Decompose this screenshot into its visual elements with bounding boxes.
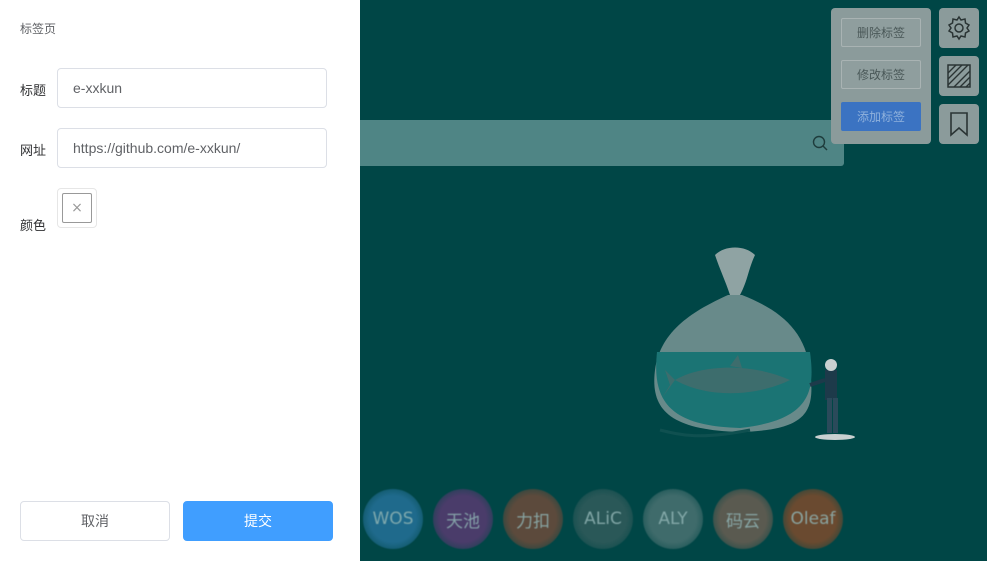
wallpaper-button[interactable]	[939, 56, 979, 96]
shark-bag-illustration	[654, 247, 855, 440]
drawer-title: 标签页	[20, 22, 57, 36]
edit-tag-button[interactable]: 修改标签	[841, 60, 921, 89]
bookmark-button[interactable]	[939, 104, 979, 144]
tag-edit-drawer: 标签页 标题 e-xxkun 网址 https://github.com/e-x…	[0, 0, 360, 561]
add-tag-button[interactable]: 添加标签	[841, 102, 921, 131]
url-label: 网址	[20, 144, 47, 159]
search-icon[interactable]	[812, 135, 828, 151]
submit-button[interactable]: 提交	[183, 501, 333, 541]
shortcut-bubble[interactable]: ALY	[643, 489, 703, 549]
shortcut-bubble[interactable]: WOS	[363, 489, 423, 549]
settings-button[interactable]	[939, 8, 979, 48]
shortcut-bubble[interactable]: 码云	[713, 489, 773, 549]
cancel-button[interactable]: 取消	[20, 501, 170, 541]
shortcut-bubble[interactable]: Oleaf	[783, 489, 843, 549]
tag-actions-panel: 删除标签 修改标签 添加标签	[831, 8, 931, 144]
shortcut-bubble[interactable]: 天池	[433, 489, 493, 549]
wallpaper-icon	[947, 64, 971, 88]
color-picker[interactable]: ×	[57, 188, 97, 228]
settings-icon	[947, 15, 971, 41]
url-input[interactable]: https://github.com/e-xxkun/	[57, 128, 327, 168]
color-label: 颜色	[20, 219, 47, 234]
title-input[interactable]: e-xxkun	[57, 68, 327, 108]
delete-tag-button[interactable]: 删除标签	[841, 18, 921, 47]
title-label: 标题	[20, 84, 47, 99]
shortcut-bubble[interactable]: ALiC	[573, 489, 633, 549]
shortcut-bubble[interactable]: 力扣	[503, 489, 563, 549]
empty-color-icon: ×	[62, 193, 92, 223]
bookmark-icon	[950, 112, 968, 137]
search-bar[interactable]	[340, 120, 844, 166]
